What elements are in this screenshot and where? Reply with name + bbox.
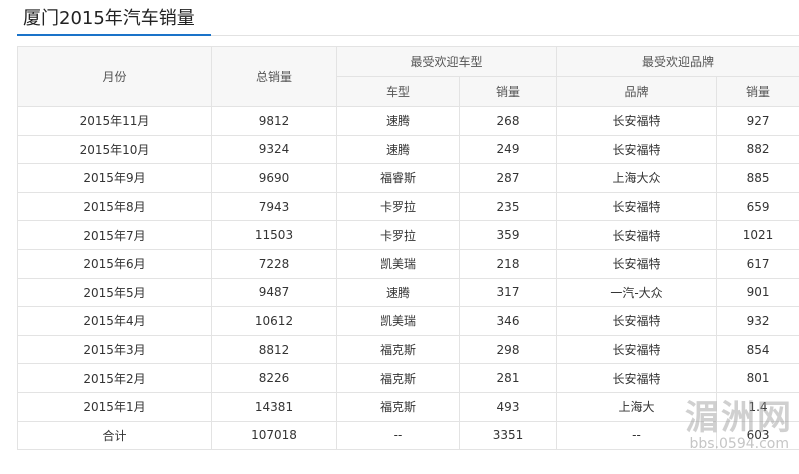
cell-total: 107018 xyxy=(211,420,337,451)
header-month: 月份 xyxy=(17,46,212,107)
table-row: 2015年10月 9324 速腾 249 长安福特 882 xyxy=(17,134,799,165)
cell-total: 9812 xyxy=(211,106,337,136)
table-row: 2015年8月 7943 卡罗拉 235 长安福特 659 xyxy=(17,191,799,222)
cell-model-sales: 3351 xyxy=(458,420,558,451)
header-total: 总销量 xyxy=(211,46,337,107)
table-row: 2015年6月 7228 凯美瑞 218 长安福特 617 xyxy=(17,248,799,279)
table-row: 2015年1月 14381 福克斯 493 上海大 1.4 xyxy=(17,391,799,422)
header-model-sales: 销量 xyxy=(458,76,558,107)
cell-brand: 长安福特 xyxy=(556,363,718,393)
cell-total: 9690 xyxy=(211,163,337,193)
cell-brand: 长安福特 xyxy=(556,134,718,165)
cell-month: 2015年6月 xyxy=(17,248,212,279)
cell-total: 11503 xyxy=(211,220,337,250)
cell-month: 2015年11月 xyxy=(17,106,212,136)
total-row: 合计 107018 -- 3351 -- 603 xyxy=(17,420,799,451)
cell-month: 2015年2月 xyxy=(17,363,212,393)
cell-month: 2015年4月 xyxy=(17,306,212,336)
cell-brand-sales: 901 xyxy=(716,277,799,308)
cell-total: 7228 xyxy=(211,248,337,279)
header-model: 车型 xyxy=(336,76,460,107)
cell-brand-sales: 617 xyxy=(716,248,799,279)
cell-total: 9487 xyxy=(211,277,337,308)
table-body: 2015年11月 9812 速腾 268 长安福特 927 2015年10月 9324 速腾 24… xyxy=(17,106,799,451)
cell-total: 7943 xyxy=(211,191,337,222)
page-title: 厦门2015年汽车销量 xyxy=(23,8,195,29)
cell-model: 凯美瑞 xyxy=(336,248,460,279)
cell-brand: 长安福特 xyxy=(556,306,718,336)
cell-model: 速腾 xyxy=(336,106,460,136)
cell-total: 8812 xyxy=(211,334,337,365)
cell-total: 10612 xyxy=(211,306,337,336)
cell-brand: 上海大众 xyxy=(556,163,718,193)
cell-model: 福克斯 xyxy=(336,391,460,422)
title-accent-underline xyxy=(17,34,211,36)
cell-model-sales: 235 xyxy=(458,191,558,222)
table-row: 2015年11月 9812 速腾 268 长安福特 927 xyxy=(17,106,799,136)
cell-month: 2015年1月 xyxy=(17,391,212,422)
cell-model-sales: 287 xyxy=(458,163,558,193)
cell-month: 2015年3月 xyxy=(17,334,212,365)
cell-brand: 长安福特 xyxy=(556,334,718,365)
header-brand-sales: 销量 xyxy=(716,76,799,107)
cell-month: 2015年8月 xyxy=(17,191,212,222)
table-row: 2015年3月 8812 福克斯 298 长安福特 854 xyxy=(17,334,799,365)
header-popular-model: 最受欢迎车型 xyxy=(335,46,558,77)
cell-model-sales: 317 xyxy=(458,277,558,308)
cell-brand-sales: 882 xyxy=(716,134,799,165)
sales-table: 月份 总销量 最受欢迎车型 最受欢迎品牌 车型 销量 品牌 销量 2015年11… xyxy=(17,46,799,451)
cell-model-sales: 359 xyxy=(458,220,558,250)
table-row: 2015年9月 9690 福睿斯 287 上海大众 885 xyxy=(17,163,799,193)
cell-total: 9324 xyxy=(211,134,337,165)
header-bar: 厦门2015年汽车销量 xyxy=(0,0,799,36)
cell-brand: 上海大 xyxy=(556,391,718,422)
cell-model: 速腾 xyxy=(336,134,460,165)
cell-brand-sales: 927 xyxy=(716,106,799,136)
cell-model-sales: 346 xyxy=(458,306,558,336)
cell-model: 福克斯 xyxy=(336,334,460,365)
table-row: 2015年5月 9487 速腾 317 一汽-大众 901 xyxy=(17,277,799,308)
cell-brand-sales: 801 xyxy=(716,363,799,393)
cell-total: 8226 xyxy=(211,363,337,393)
cell-model-sales: 268 xyxy=(458,106,558,136)
cell-brand: 一汽-大众 xyxy=(556,277,718,308)
cell-brand: 长安福特 xyxy=(556,106,718,136)
cell-model-sales: 493 xyxy=(458,391,558,422)
cell-model: 福克斯 xyxy=(336,363,460,393)
table-header: 月份 总销量 最受欢迎车型 最受欢迎品牌 车型 销量 品牌 销量 xyxy=(17,46,799,107)
header-popular-brand: 最受欢迎品牌 xyxy=(556,46,799,77)
cell-model: -- xyxy=(336,420,460,451)
header-row-top: 月份 总销量 最受欢迎车型 最受欢迎品牌 xyxy=(17,46,799,107)
cell-model: 福睿斯 xyxy=(336,163,460,193)
cell-brand-sales: 659 xyxy=(716,191,799,222)
cell-brand: 长安福特 xyxy=(556,248,718,279)
cell-model-sales: 281 xyxy=(458,363,558,393)
cell-brand-sales: 885 xyxy=(716,163,799,193)
table-row: 2015年2月 8226 福克斯 281 长安福特 801 xyxy=(17,363,799,393)
cell-model: 速腾 xyxy=(336,277,460,308)
cell-model-sales: 298 xyxy=(458,334,558,365)
cell-brand-sales: 1.4 xyxy=(716,391,799,422)
cell-brand-sales: 932 xyxy=(716,306,799,336)
cell-month: 合计 xyxy=(17,420,212,451)
table-row: 2015年4月 10612 凯美瑞 346 长安福特 932 xyxy=(17,306,799,336)
cell-total: 14381 xyxy=(211,391,337,422)
cell-month: 2015年7月 xyxy=(17,220,212,250)
table-row: 2015年7月 11503 卡罗拉 359 长安福特 1021 xyxy=(17,220,799,250)
cell-month: 2015年5月 xyxy=(17,277,212,308)
cell-brand-sales: 1021 xyxy=(716,220,799,250)
header-brand: 品牌 xyxy=(556,76,718,107)
cell-brand: 长安福特 xyxy=(556,191,718,222)
cell-model: 卡罗拉 xyxy=(336,220,460,250)
cell-model-sales: 249 xyxy=(458,134,558,165)
cell-brand: 长安福特 xyxy=(556,220,718,250)
cell-month: 2015年9月 xyxy=(17,163,212,193)
cell-month: 2015年10月 xyxy=(17,134,212,165)
cell-brand: -- xyxy=(556,420,718,451)
cell-brand-sales: 603 xyxy=(716,420,799,451)
cell-model: 卡罗拉 xyxy=(336,191,460,222)
cell-model-sales: 218 xyxy=(458,248,558,279)
cell-brand-sales: 854 xyxy=(716,334,799,365)
cell-model: 凯美瑞 xyxy=(336,306,460,336)
